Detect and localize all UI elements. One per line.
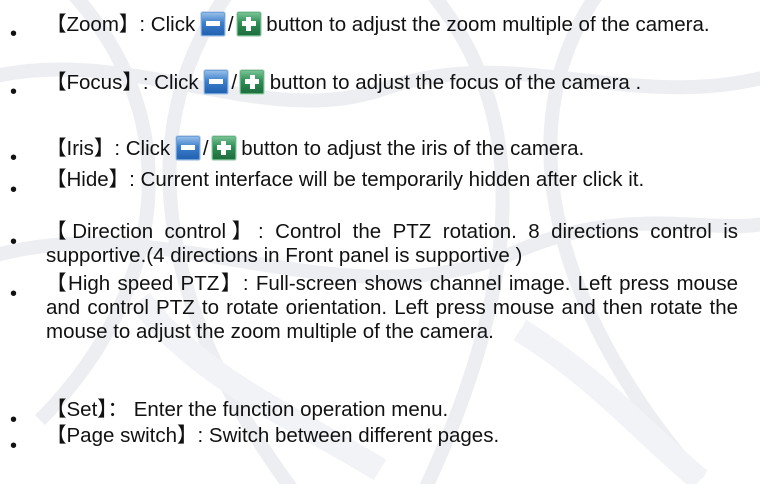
bullet: • xyxy=(10,81,18,103)
label-prefix: 【Iris】: Click xyxy=(46,137,176,160)
plus-icon xyxy=(236,12,261,36)
label-prefix: 【Focus】: Click xyxy=(46,71,205,94)
label-suffix: button to adjust the iris of the camera. xyxy=(235,137,585,160)
list-item-text: 【Iris】: Click / button to adjust the iri… xyxy=(46,136,738,161)
minus-icon xyxy=(200,12,225,36)
bullet: • xyxy=(10,409,18,431)
list-item-text: 【Hide】: Current interface will be tempor… xyxy=(46,168,645,191)
minus-icon xyxy=(175,136,200,160)
plus-icon xyxy=(211,136,236,160)
label-suffix: button to adjust the focus of the camera… xyxy=(264,71,642,94)
list-item-text: 【High speed PTZ】: Full-screen shows chan… xyxy=(46,272,738,343)
separator: / xyxy=(227,13,234,36)
separator: / xyxy=(202,137,209,160)
bullet: • xyxy=(10,283,18,305)
bullet: • xyxy=(10,231,18,253)
bullet: • xyxy=(10,23,18,45)
bullet: • xyxy=(10,435,18,457)
plus-icon xyxy=(240,70,265,94)
bullet: • xyxy=(10,147,18,169)
list-item-text: 【Focus】: Click / button to adjust the fo… xyxy=(46,70,738,95)
list-item-text: 【Set】： Enter the function operation menu… xyxy=(46,398,449,421)
minus-icon xyxy=(204,70,229,94)
label-prefix: 【Zoom】: Click xyxy=(46,13,201,36)
list-item-text: 【Zoom】: Click / button to adjust the zoo… xyxy=(46,12,738,37)
bullet: • xyxy=(10,179,18,201)
label-suffix: button to adjust the zoom multiple of th… xyxy=(260,13,710,36)
list-item-text: 【Direction control】: Control the PTZ rot… xyxy=(46,220,738,267)
separator: / xyxy=(231,71,238,94)
list-item-text: 【Page switch】: Switch between different … xyxy=(46,424,500,447)
